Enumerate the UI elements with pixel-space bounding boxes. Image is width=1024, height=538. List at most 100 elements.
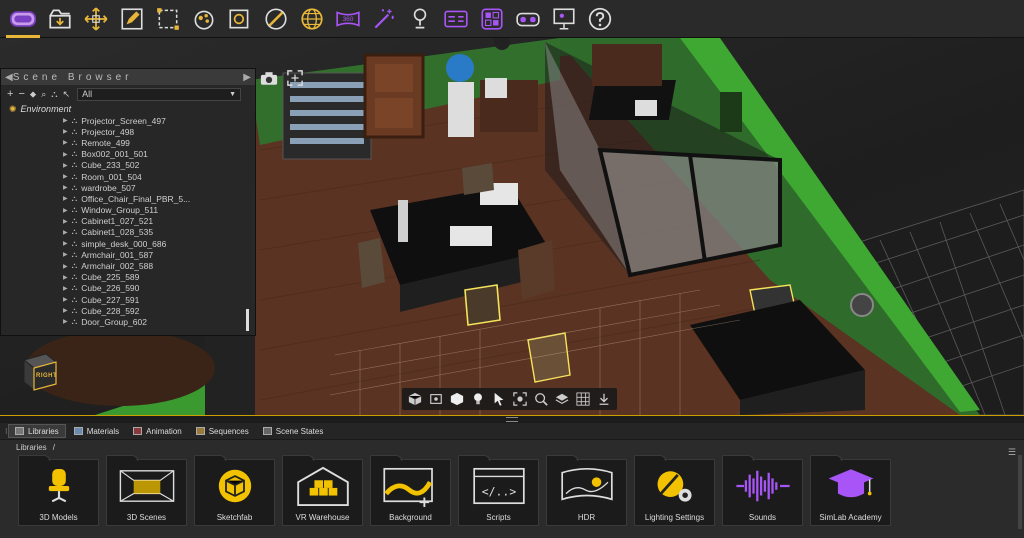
library-card-3d-models[interactable]: 3D Models — [18, 455, 99, 526]
scene-tree-item[interactable]: ▶ ⛬ Office_Chair_Final_PBR_5... — [63, 193, 255, 204]
library-card-sketchfab[interactable]: Sketchfab — [194, 455, 275, 526]
panel-splitter[interactable] — [0, 415, 1024, 423]
vr-headset-icon[interactable] — [4, 1, 42, 38]
splitter-grip-icon[interactable] — [506, 417, 518, 422]
library-card-hdr[interactable]: HDR — [546, 455, 627, 526]
library-card-lighting-settings[interactable]: Lighting Settings — [634, 455, 715, 526]
view-cube[interactable]: RIGHT — [18, 350, 60, 392]
expand-arrow-icon[interactable]: ▶ — [63, 184, 68, 191]
expand-arrow-icon[interactable]: ▶ — [63, 240, 68, 247]
presentation-icon[interactable] — [546, 1, 582, 37]
expand-arrow-icon[interactable]: ▶ — [63, 162, 68, 169]
panel-menu-icon[interactable]: ☰ — [1008, 447, 1016, 458]
select-box-icon[interactable] — [150, 1, 186, 37]
scene-tree-item[interactable]: ▶ ⛬ Armchair_001_587 — [63, 249, 255, 260]
expand-arrow-icon[interactable]: ▶ — [63, 229, 68, 236]
tab-scene-states[interactable]: Scene States — [257, 424, 330, 438]
expand-arrow-icon[interactable]: ▶ — [63, 218, 68, 225]
trophy-icon[interactable] — [402, 1, 438, 37]
tab-materials[interactable]: Materials — [68, 424, 125, 438]
layers-icon[interactable] — [553, 390, 571, 408]
scene-tree-item[interactable]: ▶ ⛬ Cube_233_502 — [63, 160, 255, 171]
group-icon[interactable]: ⛬ — [51, 89, 57, 100]
light-bulb-icon[interactable] — [469, 390, 487, 408]
globe-icon[interactable] — [294, 1, 330, 37]
breadcrumb-libraries[interactable]: Libraries — [16, 443, 47, 452]
scene-tree-item[interactable]: ▶ ⛬ wardrobe_507 — [63, 182, 255, 193]
library-card-scripts[interactable]: </..> Scripts — [458, 455, 539, 526]
scene-tree-item[interactable]: ▶ ⛬ Armchair_002_588 — [63, 260, 255, 271]
scene-tree-item[interactable]: ▶ ⛬ Room_001_504 — [63, 171, 255, 182]
scene-filter-dropdown[interactable]: All ▼ — [77, 87, 242, 101]
grid-icon[interactable] — [574, 390, 592, 408]
expand-arrow-icon[interactable]: ▶ — [63, 151, 68, 158]
scene-tree-item[interactable]: ▶ ⛬ Cube_225_589 — [63, 272, 255, 283]
expand-arrow-icon[interactable]: ▶ — [63, 195, 68, 202]
library-card-vr-warehouse[interactable]: VR Warehouse — [282, 455, 363, 526]
library-card-3d-scenes[interactable]: 3D Scenes — [106, 455, 187, 526]
remove-icon[interactable]: − — [18, 88, 24, 100]
widgets-icon[interactable] — [474, 1, 510, 37]
expand-arrow-icon[interactable]: ▶ — [63, 117, 68, 124]
magic-wand-icon[interactable] — [366, 1, 402, 37]
camera-frame-icon[interactable] — [222, 1, 258, 37]
select-arrow-icon[interactable]: ↖ — [63, 89, 71, 100]
scene-root-environment[interactable]: ✺ Environment — [1, 103, 255, 115]
vr-viewer-icon[interactable] — [510, 1, 546, 37]
tab-animation[interactable]: Animation — [127, 424, 188, 438]
scene-browser-scrollbar[interactable] — [246, 309, 249, 331]
expand-arrow-icon[interactable]: ▶ — [63, 263, 68, 270]
move-gizmo-icon[interactable] — [78, 1, 114, 37]
cube-view-icon[interactable] — [406, 390, 424, 408]
zoom-icon[interactable] — [532, 390, 550, 408]
solid-box-icon[interactable] — [448, 390, 466, 408]
library-card-simlab-academy[interactable]: SimLab Academy — [810, 455, 891, 526]
help-icon[interactable] — [582, 1, 618, 37]
expand-arrow-icon[interactable]: ▶ — [63, 274, 68, 281]
scene-tree-item[interactable]: ▶ ⛬ Cube_227_591 — [63, 294, 255, 305]
scene-tree-item[interactable]: ▶ ⛬ Cube_226_590 — [63, 283, 255, 294]
zoom-extents-icon[interactable] — [511, 390, 529, 408]
expand-arrow-icon[interactable]: ▶ — [63, 207, 68, 214]
tag-icon[interactable]: ⬥ — [30, 89, 36, 100]
snapshot-camera-icon[interactable] — [259, 69, 279, 87]
dashboard-icon[interactable] — [438, 1, 474, 37]
library-card-sounds[interactable]: Sounds — [722, 455, 803, 526]
scene-tree-item[interactable]: ▶ ⛬ Projector_Screen_497 — [63, 115, 255, 126]
scene-tree-item[interactable]: ▶ ⛬ Cabinet1_028_535 — [63, 227, 255, 238]
add-icon[interactable]: + — [7, 88, 13, 100]
pointer-icon[interactable] — [490, 390, 508, 408]
import-icon[interactable] — [42, 1, 78, 37]
edit-icon[interactable] — [114, 1, 150, 37]
pin-icon[interactable]: ⁝ — [5, 427, 8, 436]
library-card-background[interactable]: Background — [370, 455, 451, 526]
expand-arrow-icon[interactable]: ▶ — [63, 139, 68, 146]
materials-icon[interactable] — [186, 1, 222, 37]
scene-tree-item[interactable]: ▶ ⛬ Window_Group_511 — [63, 205, 255, 216]
scene-tree-item[interactable]: ▶ ⛬ Remote_499 — [63, 137, 255, 148]
panel-scrollbar[interactable] — [1018, 455, 1022, 529]
panorama-360-icon[interactable]: 360 — [330, 1, 366, 37]
expand-arrow-icon[interactable]: ▶ — [63, 128, 68, 135]
fit-view-icon[interactable] — [285, 69, 305, 87]
frame-select-icon[interactable] — [427, 390, 445, 408]
expand-arrow-icon[interactable]: ▶ — [63, 285, 68, 292]
scene-tree-item[interactable]: ▶ ⛬ Cube_228_592 — [63, 305, 255, 316]
tab-sequences[interactable]: Sequences — [190, 424, 255, 438]
expand-arrow-icon[interactable]: ▶ — [63, 296, 68, 303]
expand-arrow-icon[interactable]: ▶ — [63, 251, 68, 258]
scene-tree-item[interactable]: ▶ ⛬ Cabinet1_027_521 — [63, 216, 255, 227]
search-icon[interactable]: ⌕ — [41, 89, 46, 100]
scene-tree-item[interactable]: ▶ ⛬ Box002_001_501 — [63, 149, 255, 160]
scene-tree-item[interactable]: ▶ ⛬ Projector_498 — [63, 126, 255, 137]
expand-arrow-icon[interactable]: ▶ — [63, 173, 68, 180]
slash-circle-icon[interactable] — [258, 1, 294, 37]
expand-arrow-icon[interactable]: ▶ — [63, 318, 68, 325]
drop-down-icon[interactable] — [595, 390, 613, 408]
scene-tree-item[interactable]: ▶ ⛬ Door_Group_602 — [63, 316, 255, 327]
collapse-right-icon[interactable]: ▶ — [243, 72, 251, 83]
tab-libraries[interactable]: Libraries — [8, 424, 66, 438]
scene-tree-item[interactable]: ▶ ⛬ simple_desk_000_686 — [63, 238, 255, 249]
expand-arrow-icon[interactable]: ▶ — [63, 307, 68, 314]
collapse-left-icon[interactable]: ◀ — [5, 72, 13, 83]
